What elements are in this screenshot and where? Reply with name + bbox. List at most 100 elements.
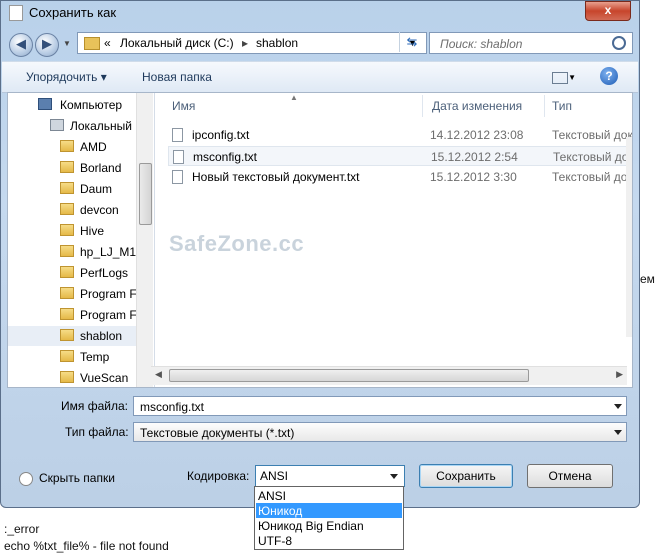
help-icon[interactable]: ? — [600, 67, 618, 85]
back-arrow-icon[interactable]: ◀ — [9, 33, 33, 57]
encoding-select[interactable]: ANSI — [255, 465, 405, 487]
address-segment-folder[interactable]: shablon — [256, 36, 298, 50]
tree-item-label: Program F — [80, 287, 137, 301]
tree-item-program-files[interactable]: Program F — [8, 284, 137, 304]
file-type: Текстовый док — [553, 150, 632, 164]
tree-item-label: Компьютер — [60, 98, 123, 112]
tree-item-label: Локальный — [70, 119, 132, 133]
file-row[interactable]: msconfig.txt 15.12.2012 2:54 Текстовый д… — [168, 146, 632, 166]
tree-item-program-files-x86[interactable]: Program F — [8, 305, 137, 325]
tree-item-label: Hive — [80, 224, 105, 238]
background-line-1: :_error — [4, 522, 40, 536]
folder-icon — [60, 203, 74, 215]
view-options-icon[interactable] — [552, 72, 568, 84]
chevron-down-icon[interactable] — [390, 474, 398, 479]
save-as-dialog: Сохранить как x ◀ ▶ ▼ « Локальный диск (… — [0, 0, 640, 508]
scroll-left-icon[interactable]: ◀ — [155, 369, 162, 380]
column-header-date[interactable]: Дата изменения — [432, 99, 522, 113]
encoding-dropdown-list: ANSI Юникод Юникод Big Endian UTF-8 — [254, 486, 404, 550]
tree-item-amd[interactable]: AMD — [8, 137, 136, 157]
tree-item-label: shablon — [80, 329, 123, 343]
address-segment-drive[interactable]: Локальный диск (C:) — [120, 36, 234, 50]
column-header-name[interactable]: Имя — [172, 99, 195, 113]
folder-icon — [60, 182, 74, 194]
file-row[interactable]: ipconfig.txt 14.12.2012 23:08 Текстовый … — [168, 125, 632, 145]
tree-item-hive[interactable]: Hive — [8, 221, 136, 241]
column-separator[interactable] — [422, 95, 423, 117]
column-header-type[interactable]: Тип — [552, 99, 572, 113]
column-separator[interactable] — [544, 95, 545, 117]
tree-item-vuescan[interactable]: VueScan — [8, 368, 136, 387]
cancel-button[interactable]: Отмена — [527, 464, 613, 488]
tree-item-label: Program F — [80, 308, 137, 322]
save-button[interactable]: Сохранить — [419, 464, 513, 488]
forward-arrow-icon[interactable]: ▶ — [35, 33, 59, 57]
sort-up-icon: ▲ — [290, 93, 298, 102]
horizontal-scrollbar[interactable]: ◀ ▶ — [151, 366, 627, 385]
folder-icon — [60, 140, 74, 152]
tree-item-daum[interactable]: Daum — [8, 179, 136, 199]
tree-item-label: hp_LJ_M11 — [80, 245, 142, 259]
option-label: Юникод Big Endian — [258, 519, 364, 533]
tree-item-label: Borland — [80, 161, 122, 175]
address-separator[interactable]: ▸ — [242, 36, 248, 50]
horizontal-scrollbar-thumb[interactable] — [169, 369, 529, 382]
file-name: ipconfig.txt — [192, 128, 250, 142]
notepad-icon — [9, 5, 23, 21]
search-icon — [612, 36, 626, 50]
text-file-icon — [172, 128, 183, 142]
text-file-icon — [173, 150, 184, 164]
text-file-icon — [172, 170, 183, 184]
filename-label: Имя файла: — [61, 399, 128, 413]
tree-scrollbar[interactable] — [136, 93, 153, 387]
view-dropdown-icon[interactable]: ▼ — [568, 73, 576, 82]
encoding-label: Кодировка: — [187, 469, 250, 483]
chevron-down-icon[interactable] — [614, 430, 622, 435]
tree-item-devcon[interactable]: devcon — [8, 200, 136, 220]
window-title: Сохранить как — [29, 5, 117, 20]
encoding-option-unicode-big-endian[interactable]: Юникод Big Endian — [256, 518, 402, 533]
hide-folders-label: Скрыть папки — [39, 471, 115, 485]
tree-item-label: AMD — [80, 140, 107, 154]
tree-item-shablon[interactable]: shablon — [8, 326, 136, 346]
tree-item-label: Temp — [80, 350, 110, 364]
tree-item-perflogs[interactable]: PerfLogs — [8, 263, 136, 283]
filetype-label: Тип файла: — [65, 425, 129, 439]
navigation-tree: Компьютер Локальный AMD Borland Daum dev… — [8, 93, 155, 387]
file-name: msconfig.txt — [193, 150, 258, 164]
encoding-option-ansi[interactable]: ANSI — [256, 488, 402, 503]
address-bar[interactable]: « Локальный диск (C:) ▸ shablon ▼ — [77, 32, 427, 54]
tree-scrollbar-thumb[interactable] — [139, 163, 152, 225]
search-input[interactable]: Поиск: shablon — [429, 32, 633, 54]
tree-item-temp[interactable]: Temp — [8, 347, 136, 367]
filename-value: msconfig.txt — [140, 400, 205, 414]
tree-item-local-disk[interactable]: Локальный — [8, 116, 136, 136]
file-type: Текстовый док — [552, 128, 632, 142]
navigation-bar: ◀ ▶ ▼ « Локальный диск (C:) ▸ shablon ▼ … — [7, 31, 633, 59]
tree-item-hp-lj[interactable]: hp_LJ_M11 — [8, 242, 142, 262]
refresh-icon[interactable]: ⇆ — [399, 32, 424, 52]
computer-icon — [38, 98, 52, 110]
folder-icon — [60, 287, 74, 299]
filetype-select[interactable]: Текстовые документы (*.txt) — [133, 422, 627, 442]
history-dropdown-icon[interactable]: ▼ — [63, 39, 71, 48]
encoding-option-unicode[interactable]: Юникод — [256, 503, 402, 518]
command-bar: Упорядочить ▾ Новая папка ▼ ? — [2, 61, 638, 93]
encoding-value: ANSI — [260, 469, 289, 483]
file-row[interactable]: Новый текстовый документ.txt 15.12.2012 … — [168, 167, 632, 187]
chevron-down-icon[interactable] — [614, 404, 622, 409]
tree-item-borland[interactable]: Borland — [8, 158, 136, 178]
address-prefix[interactable]: « — [104, 36, 111, 50]
organize-button[interactable]: Упорядочить ▾ — [26, 70, 107, 84]
tree-item-computer[interactable]: Компьютер — [8, 95, 136, 115]
tree-item-label: Daum — [80, 182, 113, 196]
option-label: UTF-8 — [258, 534, 292, 548]
hide-folders-button[interactable]: Скрыть папки — [19, 471, 115, 486]
close-button[interactable]: x — [585, 1, 631, 21]
encoding-option-utf8[interactable]: UTF-8 — [256, 533, 402, 548]
filename-field[interactable]: msconfig.txt — [133, 396, 627, 416]
folder-icon — [60, 161, 74, 173]
tree-item-label: devcon — [80, 203, 119, 217]
scroll-right-icon[interactable]: ▶ — [616, 369, 623, 380]
new-folder-button[interactable]: Новая папка — [142, 70, 212, 84]
